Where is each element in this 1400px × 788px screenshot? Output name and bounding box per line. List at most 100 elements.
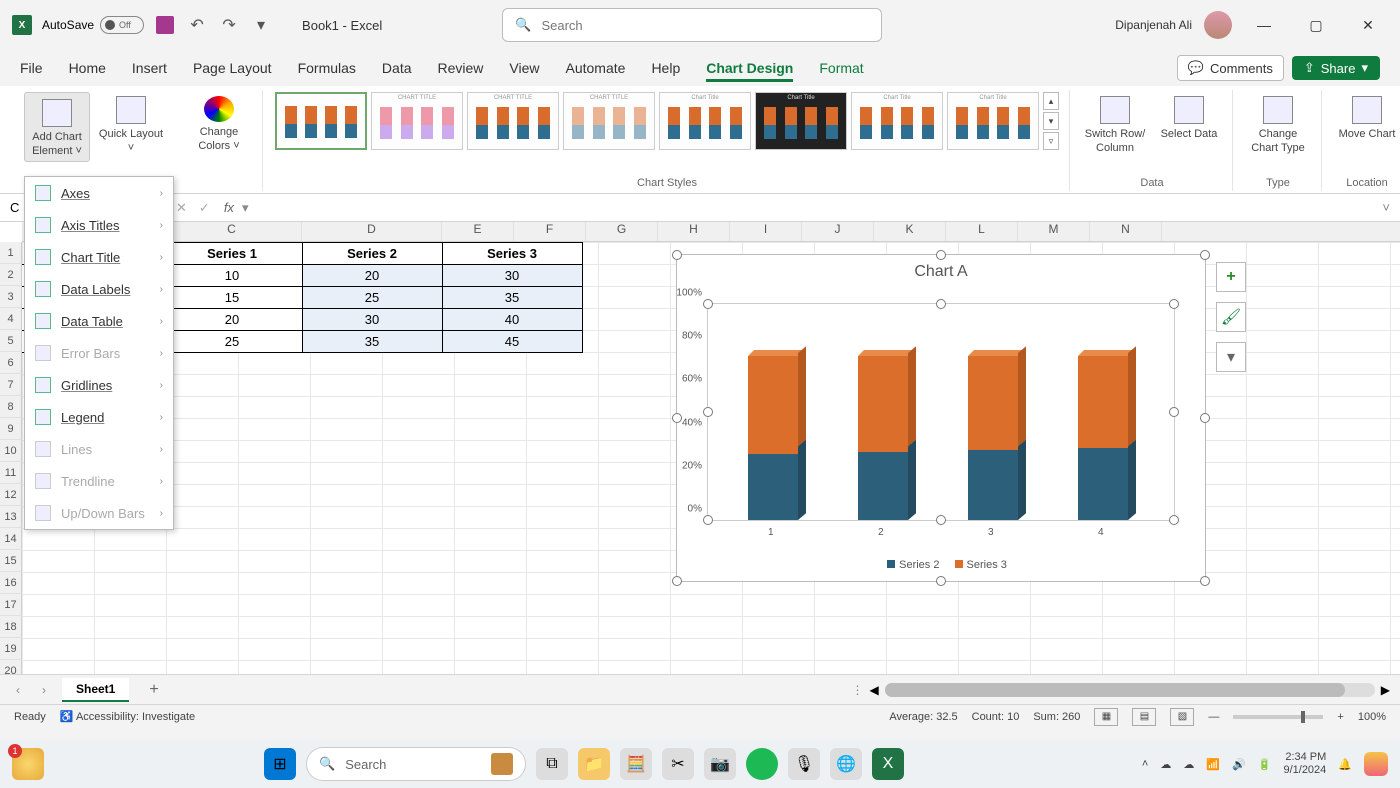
chrome-icon[interactable]: 🌐 [830, 748, 862, 780]
row-hdr[interactable]: 3 [0, 286, 22, 308]
tab-review[interactable]: Review [438, 60, 484, 76]
camera-icon[interactable]: 📷 [704, 748, 736, 780]
excel-taskbar-icon[interactable]: X [872, 748, 904, 780]
task-view-icon[interactable]: ⧉ [536, 748, 568, 780]
col-hdr[interactable]: D [302, 222, 442, 241]
row-hdr[interactable]: 8 [0, 396, 22, 418]
col-hdr[interactable]: G [586, 222, 658, 241]
file-explorer-icon[interactable]: 📁 [578, 748, 610, 780]
maximize-button[interactable]: ▢ [1296, 10, 1336, 40]
snipping-tool-icon[interactable]: ✂ [662, 748, 694, 780]
chart-object[interactable]: Chart A 0%20%40%60%80%100% 1234 Series 2… [676, 254, 1206, 582]
col-hdr[interactable]: K [874, 222, 946, 241]
scroll-right[interactable]: ▶ [1381, 683, 1390, 697]
spotify-icon[interactable] [746, 748, 778, 780]
chart-bar[interactable] [858, 350, 908, 520]
chart-bar[interactable] [748, 350, 798, 520]
change-colors-button[interactable]: Change Colors ˅ [186, 92, 252, 154]
row-hdr[interactable]: 14 [0, 528, 22, 550]
tab-format[interactable]: Format [819, 60, 863, 76]
sheet-nav-prev[interactable]: ‹ [10, 683, 26, 697]
row-hdr[interactable]: 5 [0, 330, 22, 352]
chart-style-4[interactable]: CHART TITLE [563, 92, 655, 150]
row-hdr[interactable]: 12 [0, 484, 22, 506]
gallery-more[interactable]: ▿ [1043, 132, 1059, 150]
chart-style-2[interactable]: CHART TITLE [371, 92, 463, 150]
menu-legend[interactable]: Legend› [25, 401, 173, 433]
menu-chart-title[interactable]: Chart Title› [25, 241, 173, 273]
tab-chart-design[interactable]: Chart Design [706, 60, 793, 76]
menu-gridlines[interactable]: Gridlines› [25, 369, 173, 401]
tray-app-icon[interactable] [1364, 752, 1388, 776]
chart-filters-button[interactable]: ▾ [1216, 342, 1246, 372]
zoom-slider[interactable] [1233, 715, 1323, 719]
menu-axes[interactable]: Axes› [25, 177, 173, 209]
fx-button[interactable]: fx [216, 200, 242, 215]
move-chart-button[interactable]: Move Chart [1334, 92, 1400, 142]
row-hdr[interactable]: 15 [0, 550, 22, 572]
col-hdr[interactable]: C [162, 222, 302, 241]
table-header[interactable]: Series 3 [442, 243, 582, 265]
row-hdr[interactable]: 19 [0, 638, 22, 660]
onedrive-icon[interactable]: ☁ [1160, 758, 1171, 771]
worksheet[interactable]: B C D E F G H I J K L M N 12345678910111… [0, 222, 1400, 674]
change-chart-type-button[interactable]: Change Chart Type [1245, 92, 1311, 156]
select-data-button[interactable]: Select Data [1156, 92, 1222, 142]
tab-view[interactable]: View [509, 60, 539, 76]
sheet-tab-sheet1[interactable]: Sheet1 [62, 678, 129, 702]
gallery-up[interactable]: ▴ [1043, 92, 1059, 110]
zoom-level[interactable]: 100% [1358, 711, 1386, 723]
menu-data-labels[interactable]: Data Labels› [25, 273, 173, 305]
comments-button[interactable]: 💬Comments [1177, 55, 1284, 81]
add-chart-element-button[interactable]: Add Chart Element ˅ [24, 92, 90, 162]
table-header[interactable]: Series 1 [162, 243, 302, 265]
row-hdr[interactable]: 10 [0, 440, 22, 462]
new-sheet-button[interactable]: + [139, 681, 168, 699]
volume-icon[interactable]: 🔊 [1232, 758, 1246, 771]
chart-title[interactable]: Chart A [677, 255, 1205, 289]
chart-style-5[interactable]: Chart Title [659, 92, 751, 150]
row-hdr[interactable]: 9 [0, 418, 22, 440]
taskbar-search[interactable]: 🔍Search [306, 747, 526, 781]
row-hdr[interactable]: 2 [0, 264, 22, 286]
tray-chevron-icon[interactable]: ˄ [1142, 758, 1148, 770]
chart-style-3[interactable]: CHART TITLE [467, 92, 559, 150]
wifi-icon[interactable]: 📶 [1206, 758, 1220, 771]
close-button[interactable]: ✕ [1348, 10, 1388, 40]
tab-insert[interactable]: Insert [132, 60, 167, 76]
tab-file[interactable]: File [20, 60, 43, 76]
tab-data[interactable]: Data [382, 60, 412, 76]
chart-style-8[interactable]: Chart Title [947, 92, 1039, 150]
row-hdr[interactable]: 17 [0, 594, 22, 616]
normal-view-button[interactable]: ▦ [1094, 708, 1118, 726]
row-hdr[interactable]: 13 [0, 506, 22, 528]
row-hdr[interactable]: 1 [0, 242, 22, 264]
col-hdr[interactable]: M [1018, 222, 1090, 241]
undo-button[interactable]: ↶ [186, 14, 208, 36]
tab-formulas[interactable]: Formulas [298, 60, 356, 76]
page-layout-view-button[interactable]: ▤ [1132, 708, 1156, 726]
menu-data-table[interactable]: Data Table› [25, 305, 173, 337]
row-hdr[interactable]: 6 [0, 352, 22, 374]
system-clock[interactable]: 2:34 PM9/1/2024 [1283, 751, 1326, 777]
table-header[interactable]: Series 2 [302, 243, 442, 265]
col-hdr[interactable]: N [1090, 222, 1162, 241]
col-hdr[interactable]: H [658, 222, 730, 241]
sheet-nav-next[interactable]: › [36, 683, 52, 697]
accessibility-status[interactable]: ♿ Accessibility: Investigate [60, 710, 195, 723]
weather-icon[interactable]: ☁ [1183, 758, 1194, 771]
user-avatar[interactable] [1204, 11, 1232, 39]
qat-dropdown[interactable]: ▾ [250, 14, 272, 36]
chart-style-6[interactable]: Chart Title [755, 92, 847, 150]
share-button[interactable]: ⇪Share ▾ [1292, 56, 1380, 80]
quick-layout-button[interactable]: Quick Layout ˅ [98, 92, 164, 156]
chart-style-7[interactable]: Chart Title [851, 92, 943, 150]
row-hdr[interactable]: 20 [0, 660, 22, 674]
row-hdr[interactable]: 7 [0, 374, 22, 396]
taskbar-app-1[interactable]: 1 [12, 748, 44, 780]
user-name[interactable]: Dipanjenah Ali [1115, 18, 1192, 32]
row-hdr[interactable]: 18 [0, 616, 22, 638]
chart-bar[interactable] [1078, 350, 1128, 520]
chart-styles-button[interactable]: 🖌 [1216, 302, 1246, 332]
row-hdr[interactable]: 4 [0, 308, 22, 330]
